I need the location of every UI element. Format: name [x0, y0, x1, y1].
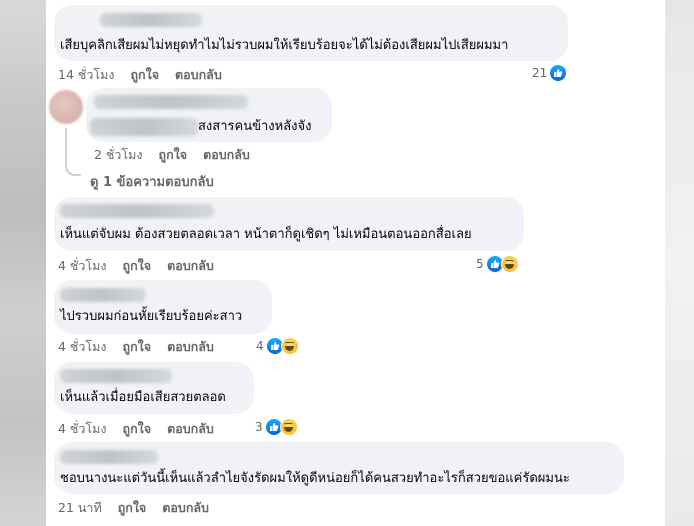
comment-time[interactable]: 21 นาที [58, 498, 102, 518]
comment-text: สงสารคนข้างหลังจัง [198, 119, 312, 134]
comment-time[interactable]: 4 ชั่วโมง [58, 337, 107, 357]
thread-connector [65, 162, 81, 176]
reaction-count: 5 [476, 257, 484, 271]
left-background-strip [0, 0, 46, 526]
comment-actions: 21 นาที ถูกใจ ตอบกลับ [58, 498, 209, 518]
like-link[interactable]: ถูกใจ [130, 65, 159, 85]
haha-reaction-icon [500, 255, 519, 273]
comment-actions: 4 ชั่วโมง ถูกใจ ตอบกลับ [58, 256, 214, 276]
comment-text: ไปรวบผมก่อนหั้ยเรียบร้อยค่ะสาว [60, 309, 243, 324]
haha-reaction-icon [280, 337, 299, 355]
reply-link[interactable]: ตอบกลับ [203, 145, 250, 165]
reaction-count: 4 [256, 339, 264, 353]
thread-connector [65, 128, 67, 164]
reaction-count: 3 [255, 420, 263, 434]
commenter-name-redacted[interactable] [94, 95, 248, 109]
like-link[interactable]: ถูกใจ [159, 145, 188, 165]
comment-actions: 2 ชั่วโมง ถูกใจ ตอบกลับ [94, 145, 250, 165]
comment-text: เห็นแต่จับผม ต้องสวยตลอดเวลา หน้าตาก็ดูเ… [60, 227, 472, 242]
reaction-summary[interactable]: 3 [255, 418, 298, 436]
haha-reaction-icon [279, 418, 298, 436]
reply-link[interactable]: ตอบกลับ [167, 337, 214, 357]
comment-actions: 4 ชั่วโมง ถูกใจ ตอบกลับ [58, 337, 214, 357]
like-link[interactable]: ถูกใจ [123, 256, 152, 276]
comment-time[interactable]: 14 ชั่วโมง [58, 65, 114, 85]
comments-panel: เสียบุคลิกเสียผมไม่หยุดทำไมไม่รวบผมให้เร… [46, 0, 665, 526]
like-link[interactable]: ถูกใจ [123, 337, 152, 357]
right-background-strip [665, 0, 694, 526]
reaction-summary[interactable]: 5 [476, 255, 519, 273]
commenter-name-redacted[interactable] [60, 369, 172, 383]
comment-text: เสียบุคลิกเสียผมไม่หยุดทำไมไม่รวบผมให้เร… [60, 38, 509, 53]
mentioned-name-redacted[interactable] [90, 118, 198, 136]
comment-time[interactable]: 2 ชั่วโมง [94, 145, 143, 165]
reaction-summary[interactable]: 4 [256, 337, 299, 355]
reaction-count: 21 [532, 66, 548, 80]
comment-actions: 4 ชั่วโมง ถูกใจ ตอบกลับ [58, 419, 214, 439]
commenter-name-redacted[interactable] [60, 450, 158, 464]
reply-link[interactable]: ตอบกลับ [162, 498, 209, 518]
commenter-name-redacted[interactable] [60, 204, 214, 218]
comment-actions: 14 ชั่วโมง ถูกใจ ตอบกลับ [58, 65, 222, 85]
reply-link[interactable]: ตอบกลับ [167, 256, 214, 276]
comment-text: เห็นแล้วเมื่อยมือเสียสวยตลอด [60, 390, 226, 405]
avatar[interactable] [49, 90, 83, 124]
reaction-summary[interactable]: 21 [532, 64, 568, 82]
comment-time[interactable]: 4 ชั่วโมง [58, 256, 107, 276]
view-replies-link[interactable]: ดู 1 ข้อความตอบกลับ [90, 171, 214, 192]
comment-time[interactable]: 4 ชั่วโมง [58, 419, 107, 439]
like-link[interactable]: ถูกใจ [118, 498, 147, 518]
commenter-name-redacted[interactable] [100, 13, 202, 27]
comment-text: ชอบนางนะแต่วันนี้เห็นแล้วลำไยจังรัดผมให้… [60, 471, 570, 486]
like-reaction-icon [549, 64, 568, 82]
reply-link[interactable]: ตอบกลับ [175, 65, 222, 85]
like-link[interactable]: ถูกใจ [123, 419, 152, 439]
reply-link[interactable]: ตอบกลับ [167, 419, 214, 439]
commenter-name-redacted[interactable] [60, 288, 146, 302]
